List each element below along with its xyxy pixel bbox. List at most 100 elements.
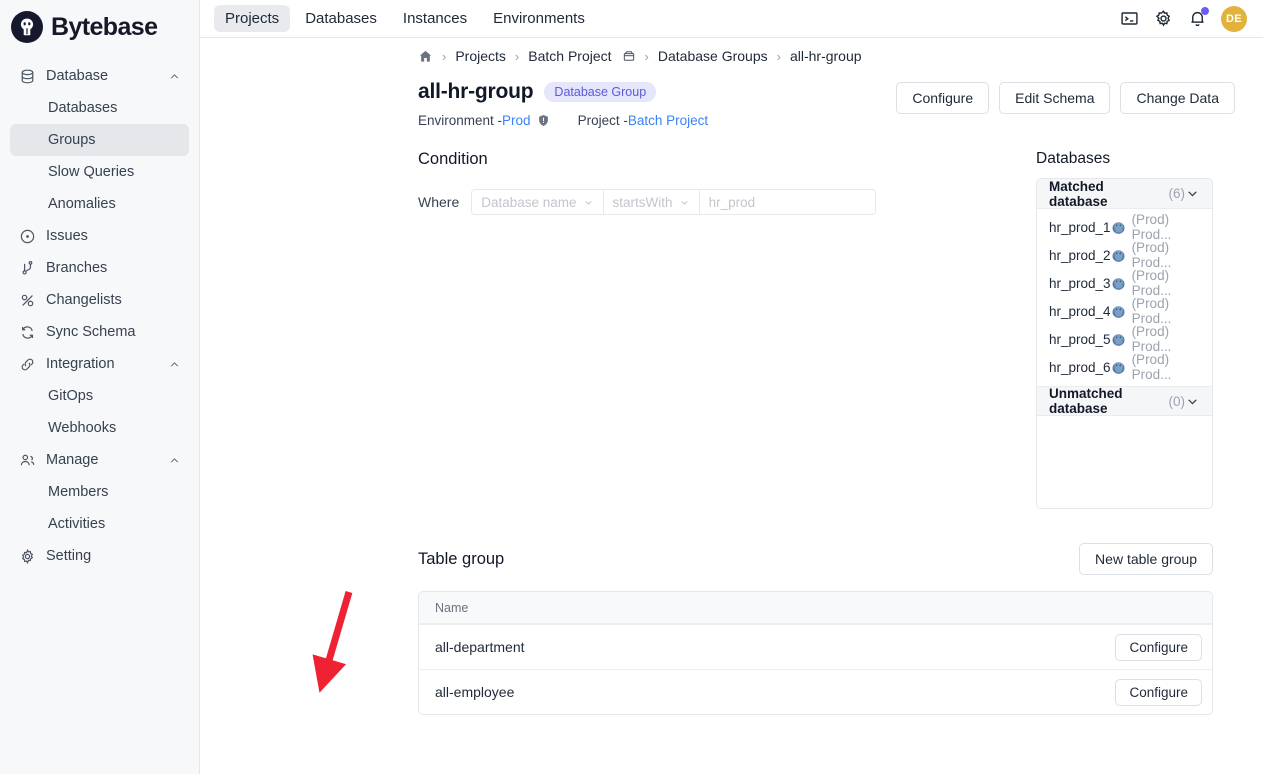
bell-icon[interactable] [1187, 6, 1209, 29]
people-icon [18, 451, 36, 469]
chevron-down-icon [583, 197, 594, 208]
chevron-up-icon[interactable] [167, 453, 181, 467]
chevron-down-icon[interactable] [1185, 394, 1200, 409]
gear-icon[interactable] [1153, 9, 1173, 29]
sidebar-item-anomalies[interactable]: Anomalies [10, 188, 189, 220]
condition-value-text: hr_prod [708, 194, 756, 210]
page-header-left: all-hr-group Database Group Environment … [418, 80, 896, 128]
breadcrumb-item-database-groups[interactable]: Database Groups [658, 48, 768, 64]
configure-button[interactable]: Configure [1115, 678, 1202, 706]
list-item[interactable]: hr_prod_1 (Prod) Prod... [1037, 212, 1212, 242]
column-header-name: Name [435, 600, 469, 615]
project-value[interactable]: Batch Project [628, 113, 708, 128]
sidebar-item-issues[interactable]: Issues [10, 220, 189, 252]
list-item[interactable]: hr_prod_4 (Prod) Prod... [1037, 296, 1212, 326]
table-row[interactable]: all-department Configure [419, 624, 1212, 669]
table-group-name: all-department [435, 639, 525, 655]
shield-icon [537, 114, 550, 127]
condition-field-select[interactable]: Database name [472, 190, 604, 214]
sidebar-item-webhooks[interactable]: Webhooks [10, 412, 189, 444]
nav-tabs: Projects Databases Instances Environment… [214, 5, 596, 32]
list-item[interactable]: hr_prod_6 (Prod) Prod... [1037, 352, 1212, 382]
unmatched-database-empty [1037, 416, 1212, 508]
matched-database-header[interactable]: Matched database (6) [1037, 179, 1212, 209]
breadcrumb: › Projects › Batch Project › Database Gr… [200, 38, 1263, 68]
condition-value-input[interactable]: hr_prod [699, 190, 875, 214]
chevron-up-icon[interactable] [167, 357, 181, 371]
configure-button[interactable]: Configure [1115, 633, 1202, 661]
gear-icon [18, 547, 36, 565]
database-env: (Prod) Prod... [1111, 324, 1200, 354]
sidebar-item-label: Integration [46, 356, 115, 372]
matched-database-count: (6) [1168, 186, 1186, 201]
branches-icon [18, 259, 36, 277]
sidebar-item-slow-queries[interactable]: Slow Queries [10, 156, 189, 188]
sidebar-item-manage[interactable]: Manage [10, 444, 189, 476]
changelists-icon [18, 291, 36, 309]
chevron-up-icon[interactable] [167, 69, 181, 83]
database-name: hr_prod_2 [1049, 247, 1111, 263]
database-env: (Prod) Prod... [1111, 352, 1200, 382]
sidebar-item-members[interactable]: Members [10, 476, 189, 508]
list-item[interactable]: hr_prod_5 (Prod) Prod... [1037, 324, 1212, 354]
table-row[interactable]: all-employee Configure [419, 669, 1212, 714]
app-root: Bytebase Database Databases Groups Slow … [0, 0, 1263, 774]
sidebar-item-label: Slow Queries [48, 164, 135, 180]
issues-icon [18, 227, 36, 245]
tab-projects[interactable]: Projects [214, 5, 291, 32]
box-icon [622, 49, 636, 63]
postgres-icon [1111, 220, 1126, 235]
sidebar-nav: Database Databases Groups Slow Queries A… [0, 56, 199, 572]
environment-value[interactable]: Prod [502, 113, 531, 128]
sidebar-item-activities[interactable]: Activities [10, 508, 189, 540]
condition-operator-select[interactable]: startsWith [603, 190, 700, 214]
database-env: (Prod) Prod... [1111, 268, 1200, 298]
environment-label: Environment - [418, 113, 503, 128]
breadcrumb-item-batch-project[interactable]: Batch Project [528, 48, 611, 64]
postgres-icon [1111, 360, 1126, 375]
sidebar-item-gitops[interactable]: GitOps [10, 380, 189, 412]
unmatched-database-header[interactable]: Unmatched database (0) [1037, 386, 1212, 416]
configure-button[interactable]: Configure [896, 82, 990, 114]
list-item[interactable]: hr_prod_2 (Prod) Prod... [1037, 240, 1212, 270]
breadcrumb-separator: › [644, 48, 649, 64]
brand-logo[interactable]: Bytebase [0, 0, 199, 56]
sidebar-item-groups[interactable]: Groups [10, 124, 189, 156]
database-name: hr_prod_1 [1049, 219, 1111, 235]
list-item[interactable]: hr_prod_3 (Prod) Prod... [1037, 268, 1212, 298]
chevron-down-icon[interactable] [1185, 186, 1200, 201]
breadcrumb-item-current[interactable]: all-hr-group [790, 48, 862, 64]
new-table-group-button[interactable]: New table group [1079, 543, 1213, 575]
sidebar-item-branches[interactable]: Branches [10, 252, 189, 284]
sidebar-item-databases[interactable]: Databases [10, 92, 189, 124]
matched-database-list: hr_prod_1 (Prod) Prod... hr_prod_2 (Prod… [1037, 209, 1212, 386]
page-title: all-hr-group [418, 80, 534, 103]
sidebar-item-label: Manage [46, 452, 99, 468]
terminal-icon[interactable] [1119, 9, 1139, 29]
sidebar-item-setting[interactable]: Setting [10, 540, 189, 572]
brand-name: Bytebase [51, 12, 158, 41]
breadcrumb-item-projects[interactable]: Projects [455, 48, 506, 64]
sidebar-item-integration[interactable]: Integration [10, 348, 189, 380]
sidebar-item-label: GitOps [48, 388, 94, 404]
breadcrumb-separator: › [514, 48, 520, 64]
condition-expression: Database name startsWith hr_prod [471, 189, 876, 215]
sidebar-item-changelists[interactable]: Changelists [10, 284, 189, 316]
edit-schema-button[interactable]: Edit Schema [999, 82, 1111, 114]
sidebar-item-label: Issues [46, 228, 88, 244]
tab-instances[interactable]: Instances [392, 5, 478, 32]
database-name: hr_prod_6 [1049, 359, 1111, 375]
unmatched-database-title: Unmatched database [1049, 386, 1123, 416]
table-group-heading: Table group [418, 549, 505, 568]
avatar[interactable]: DE [1221, 5, 1247, 32]
change-data-button[interactable]: Change Data [1120, 82, 1235, 114]
database-env: (Prod) Prod... [1111, 296, 1200, 326]
sidebar-item-label: Anomalies [48, 196, 116, 212]
link-icon [18, 355, 36, 373]
tab-databases[interactable]: Databases [294, 5, 388, 32]
chevron-down-icon [679, 197, 690, 208]
sidebar-item-sync-schema[interactable]: Sync Schema [10, 316, 189, 348]
home-icon[interactable] [418, 49, 433, 64]
tab-environments[interactable]: Environments [482, 5, 596, 32]
sidebar-item-database[interactable]: Database [10, 60, 189, 92]
